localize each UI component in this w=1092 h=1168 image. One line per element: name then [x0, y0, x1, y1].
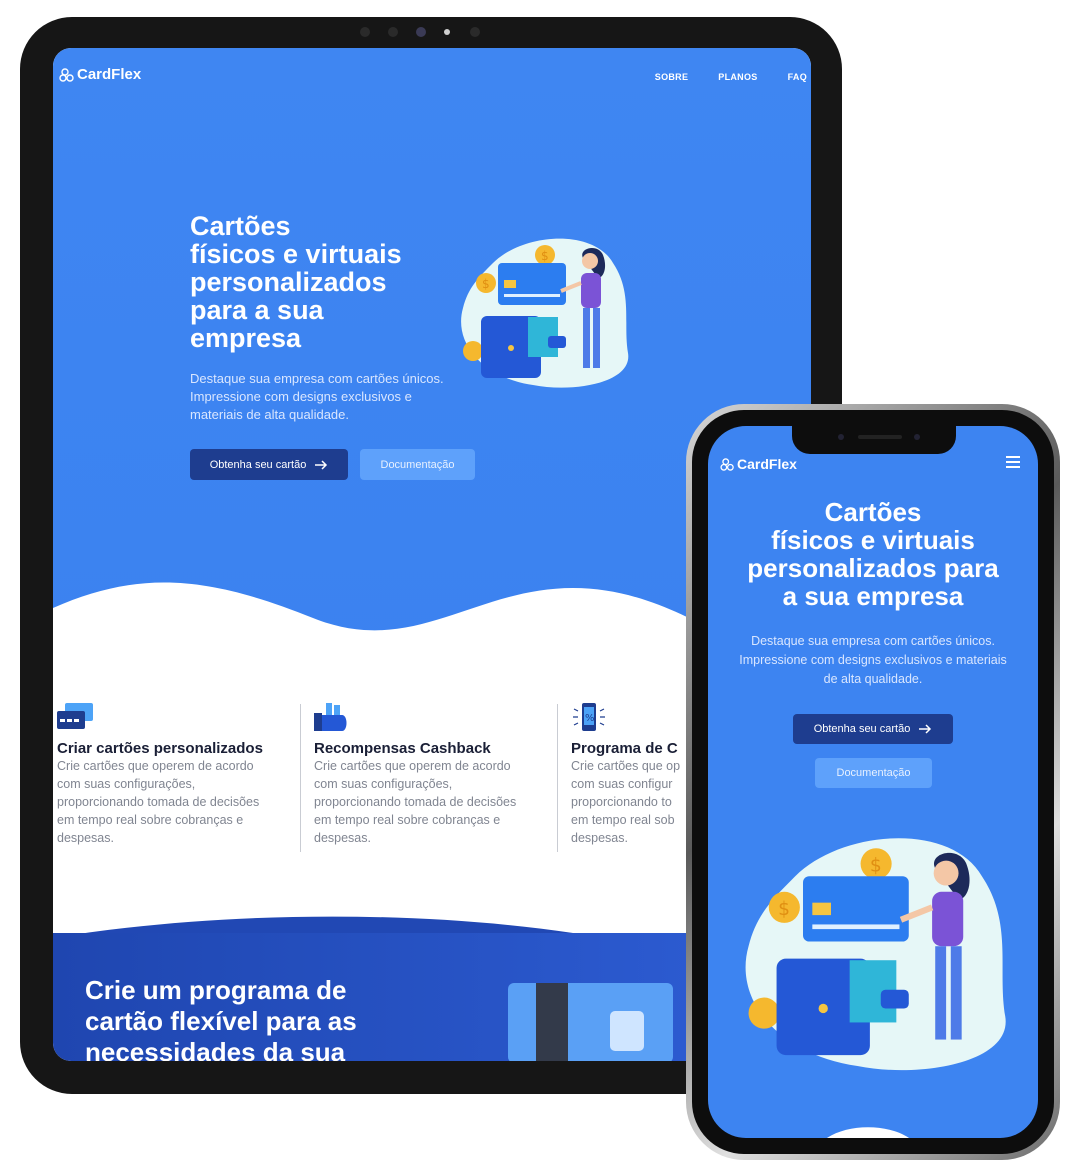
hero-title-line: físicos e virtuais — [771, 525, 975, 555]
hero-description-line: Destaque sua empresa com cartões únicos. — [190, 371, 444, 386]
feature-divider — [557, 704, 558, 852]
feature-card: % Programa de C Crie cartões que op com … — [571, 703, 691, 847]
documentation-label: Documentação — [836, 767, 911, 779]
feature-text: Crie cartões que operem de acordo com su… — [57, 757, 293, 847]
documentation-button[interactable]: Documentação — [360, 449, 475, 480]
tablet-camera-strip — [360, 23, 500, 41]
cashback-icon — [314, 703, 347, 731]
phone-bottom-wave — [827, 1127, 909, 1138]
phone-hero-illustration: $ $ — [745, 838, 1006, 1071]
card-illustration — [508, 983, 673, 1061]
nav-sobre[interactable]: SOBRE — [655, 72, 689, 82]
top-nav: SOBRE PLANOS FAQ — [655, 72, 807, 82]
hero-description-line: materiais de alta qualidade. — [190, 407, 349, 422]
feature-title: Recompensas Cashback — [314, 740, 491, 757]
svg-text:$: $ — [541, 249, 549, 263]
hero-title-line: físicos e virtuais — [190, 239, 402, 269]
phone-device: CardFlex Cartões físicos e virtuais pers… — [686, 404, 1060, 1160]
feature-text-line: proporcionando tomada de decisões — [57, 795, 260, 809]
hero-description-line: Impressione com designs exclusivos e — [190, 389, 412, 404]
nav-faq[interactable]: FAQ — [788, 72, 807, 82]
feature-text-line: despesas. — [314, 831, 371, 845]
phone-hero-description: Destaque sua empresa com cartões únicos.… — [708, 632, 1038, 689]
hero-description-line: Impressione com designs exclusivos e mat… — [739, 653, 1007, 667]
feature-text-line: proporcionando tomada de decisões — [314, 795, 517, 809]
feature-text-line: despesas. — [571, 831, 628, 845]
hero-illustration: $ $ — [461, 238, 629, 388]
feature-text-line: com suas configurações, — [57, 777, 196, 791]
phone-screen: CardFlex Cartões físicos e virtuais pers… — [708, 426, 1038, 1138]
svg-text:$: $ — [778, 899, 790, 920]
bottom-title-line: cartão flexível para as — [85, 1006, 357, 1036]
feature-title: Programa de C — [571, 740, 678, 757]
hero-title-line: Cartões — [824, 497, 922, 527]
feature-text-line: Crie cartões que operem de acordo — [314, 759, 511, 773]
feature-text-line: proporcionando to — [571, 795, 672, 809]
get-card-button[interactable]: Obtenha seu cartão — [190, 449, 348, 480]
brand-name: CardFlex — [77, 66, 142, 83]
feature-text: Crie cartões que op com suas configur pr… — [571, 757, 691, 847]
feature-text-line: em tempo real sobre cobranças e — [314, 813, 501, 827]
svg-text:$: $ — [482, 277, 490, 291]
logo-icon — [59, 67, 74, 82]
hero-description-line: de alta qualidade. — [823, 672, 923, 686]
hero-description: Destaque sua empresa com cartões únicos.… — [190, 370, 480, 424]
hero-description-line: Destaque sua empresa com cartões únicos. — [751, 634, 995, 648]
feature-text-line: Crie cartões que operem de acordo — [57, 759, 254, 773]
arrow-right-icon — [315, 459, 328, 470]
feature-text-line: com suas configur — [571, 777, 673, 791]
card-icon — [57, 703, 93, 729]
phone-documentation-button[interactable]: Documentação — [815, 758, 932, 788]
phone-hero-title: Cartões físicos e virtuais personalizado… — [708, 498, 1038, 610]
arrow-right-icon — [919, 724, 932, 734]
svg-text:$: $ — [870, 856, 882, 877]
hero-title: Cartões físicos e virtuais personalizado… — [190, 212, 450, 352]
feature-card: Recompensas Cashback Crie cartões que op… — [314, 703, 554, 847]
phone-notch — [792, 426, 956, 454]
feature-text-line: em tempo real sob — [571, 813, 675, 827]
hamburger-menu-icon[interactable] — [1006, 456, 1020, 471]
hero-title-line: para a sua — [190, 295, 324, 325]
brand-name: CardFlex — [737, 456, 797, 472]
feature-text-line: em tempo real sobre cobranças e — [57, 813, 244, 827]
hero-title-line: personalizados para — [747, 553, 999, 583]
phone-brand-logo[interactable]: CardFlex — [720, 456, 797, 472]
get-card-label: Obtenha seu cartão — [813, 723, 911, 735]
brand-logo[interactable]: CardFlex — [59, 66, 141, 83]
feature-divider — [300, 704, 301, 852]
hero-title-line: personalizados — [190, 267, 387, 297]
feature-card: Criar cartões personalizados Crie cartõe… — [57, 703, 297, 847]
phone-get-card-button[interactable]: Obtenha seu cartão — [793, 714, 953, 744]
feature-title: Criar cartões personalizados — [57, 740, 263, 757]
svg-text:%: % — [585, 713, 595, 724]
feature-text-line: despesas. — [57, 831, 114, 845]
bottom-title-line: Crie um programa de — [85, 975, 347, 1005]
hero-title-line: empresa — [190, 323, 302, 353]
feature-text: Crie cartões que operem de acordo com su… — [314, 757, 550, 847]
discount-phone-icon: % — [573, 703, 605, 731]
phone-frame: CardFlex Cartões físicos e virtuais pers… — [692, 410, 1054, 1154]
hero-title-line: Cartões — [190, 211, 291, 241]
hero-title-line: a sua empresa — [782, 581, 964, 611]
bottom-title: Crie um programa de cartão flexível para… — [85, 975, 445, 1061]
feature-text-line: com suas configurações, — [314, 777, 453, 791]
get-card-label: Obtenha seu cartão — [209, 458, 307, 471]
bottom-title-line: necessidades da sua — [85, 1037, 346, 1061]
feature-text-line: Crie cartões que op — [571, 759, 681, 773]
nav-planos[interactable]: PLANOS — [718, 72, 757, 82]
documentation-label: Documentação — [380, 458, 455, 471]
logo-icon — [720, 457, 734, 471]
